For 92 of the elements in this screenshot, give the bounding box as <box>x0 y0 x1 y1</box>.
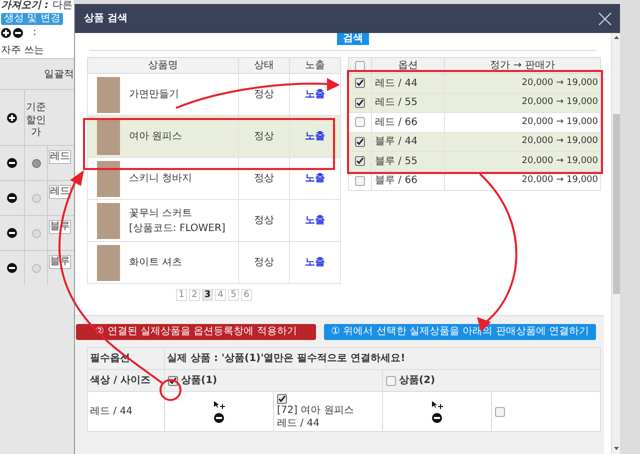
price-cell: 20,000 → 19,000 <box>444 112 600 132</box>
price-cell: 20,000 → 19,000 <box>444 171 600 190</box>
link-notice: 실제 상품 : '상품(1)'열만은 필수적으로 연결하세요! <box>164 348 600 370</box>
page-button[interactable]: 1 <box>176 289 187 301</box>
exposure-link[interactable]: 노출 <box>305 173 325 184</box>
linked-product-text: 레드 / 44 <box>277 416 320 430</box>
product-name: 꽃무늬 스커트 <box>129 206 194 220</box>
checkbox[interactable] <box>355 98 365 108</box>
photo-placeholder <box>97 160 120 196</box>
scrollbar[interactable] <box>611 33 620 454</box>
pointer-plus-icon[interactable] <box>432 400 442 410</box>
scroll-down-icon[interactable] <box>614 447 618 450</box>
page-button[interactable]: 2 <box>189 289 200 301</box>
plus-circle-icon[interactable] <box>7 112 17 122</box>
checkbox[interactable] <box>386 376 396 386</box>
checkbox[interactable] <box>355 136 365 147</box>
checkbox[interactable] <box>355 117 365 128</box>
base-discount-header: 기준할인가 <box>24 90 47 145</box>
status-cell: 정상 <box>238 242 290 284</box>
checkbox[interactable] <box>355 176 365 186</box>
column-header: 상품명 <box>88 58 238 74</box>
product-code: [상품코드: FLOWER] <box>129 222 226 236</box>
photo-placeholder <box>97 202 120 238</box>
option-select[interactable]: 레드 <box>49 185 71 199</box>
product-column-label: 상품(1) <box>181 374 218 388</box>
linked-product-text: [72] 여아 원피스 <box>277 404 354 416</box>
option-cell: 블루 / 66 <box>372 171 444 190</box>
minus-circle-icon[interactable] <box>7 158 17 168</box>
minus-circle-icon[interactable] <box>7 193 17 203</box>
option-cell: 레드 / 44 <box>88 392 164 432</box>
close-icon[interactable] <box>598 12 612 26</box>
circle-mark <box>160 379 182 401</box>
exposure-link[interactable]: 노출 <box>305 89 325 100</box>
checkbox[interactable] <box>495 406 505 416</box>
column-header: 노출 <box>290 58 340 74</box>
minus-circle-icon[interactable] <box>432 412 442 422</box>
dialog-title: 상품 검색 <box>84 12 128 26</box>
option-row[interactable]: 레드 / 55 20,000 → 19,000 <box>348 93 600 112</box>
product-row[interactable]: 가면만들기 정상 노출 <box>88 74 340 116</box>
option-row[interactable]: 블루 / 55 20,000 → 19,000 <box>348 152 600 171</box>
product-name: 스키니 청바지 <box>129 172 192 186</box>
product-name: 화이트 셔츠 <box>129 256 182 270</box>
photo-placeholder <box>97 244 120 280</box>
option-cell: 레드 / 44 <box>372 74 444 93</box>
product-row[interactable]: 화이트 셔츠 정상 노출 <box>88 242 340 284</box>
radio-button[interactable] <box>32 194 40 202</box>
photo-placeholder <box>97 118 120 154</box>
option-header: 색상 / 사이즈 <box>88 370 164 392</box>
radio-button[interactable] <box>32 228 40 238</box>
exposure-link[interactable]: 노출 <box>305 131 325 142</box>
checkbox[interactable] <box>355 156 365 166</box>
checkbox[interactable] <box>277 394 287 404</box>
frequent-text: 자주 쓰는 <box>1 44 46 58</box>
radio-button[interactable] <box>32 158 40 168</box>
price-cell: 20,000 → 19,000 <box>444 74 600 93</box>
product-column-label: 상품(2) <box>399 374 436 388</box>
exposure-link[interactable]: 노출 <box>305 215 325 226</box>
required-option-label: 필수옵션 <box>88 348 164 370</box>
plus-circle-icon[interactable] <box>1 28 11 38</box>
column-header: 상태 <box>238 58 290 74</box>
option-select[interactable]: 레드 <box>49 150 71 164</box>
scrollbar-thumb[interactable] <box>612 114 620 294</box>
option-cell: 블루 / 55 <box>372 152 444 171</box>
radio-button[interactable] <box>32 264 40 272</box>
bulk-header: 일괄적 <box>44 68 74 82</box>
checkbox[interactable] <box>355 60 365 70</box>
page-button[interactable]: 4 <box>215 289 226 301</box>
pointer-plus-icon[interactable] <box>214 400 224 410</box>
option-cell: 레드 / 66 <box>372 112 444 132</box>
page-button[interactable]: 3 <box>202 289 213 301</box>
price-cell: 20,000 → 19,000 <box>444 152 600 171</box>
product-row[interactable]: 스키니 청바지 정상 노출 <box>88 158 340 200</box>
page-button[interactable]: 5 <box>228 289 239 301</box>
product-row[interactable]: 꽃무늬 스커트 [상품코드: FLOWER] 정상 노출 <box>88 200 340 242</box>
minus-circle-icon[interactable] <box>7 228 17 238</box>
intro-text: 다른 <box>52 1 72 12</box>
photo-placeholder <box>97 76 120 112</box>
product-name: 가면만들기 <box>129 88 179 102</box>
option-row[interactable]: 레드 / 44 20,000 → 19,000 <box>348 74 600 93</box>
exposure-link[interactable]: 노출 <box>305 257 325 268</box>
option-row[interactable]: 블루 / 44 20,000 → 19,000 <box>348 132 600 152</box>
checkbox[interactable] <box>355 78 365 88</box>
product-name: 여아 원피스 <box>129 130 182 144</box>
product-row[interactable]: 여아 원피스 정상 노출 <box>88 116 340 158</box>
legend-colon: : <box>33 26 36 40</box>
intro-label: 가져오기 : <box>1 1 48 12</box>
scroll-up-icon[interactable] <box>614 36 618 39</box>
minus-circle-icon[interactable] <box>214 412 224 422</box>
page-button[interactable]: 6 <box>241 289 252 301</box>
minus-circle-icon[interactable] <box>13 28 23 38</box>
minus-circle-icon[interactable] <box>7 263 17 273</box>
option-row[interactable]: 레드 / 66 20,000 → 19,000 <box>348 112 600 132</box>
